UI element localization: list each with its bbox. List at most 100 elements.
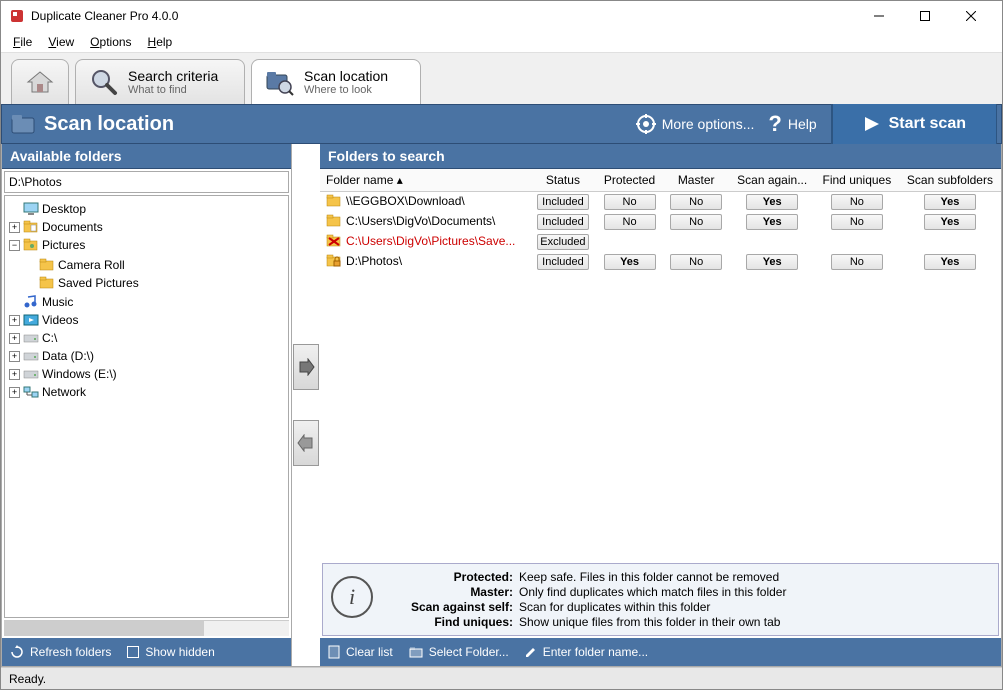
network-icon <box>23 384 39 400</box>
enter-folder-name-button[interactable]: Enter folder name... <box>525 645 648 659</box>
tree-music[interactable]: Music <box>42 295 73 309</box>
info-scan-self-value: Scan for duplicates within this folder <box>519 600 786 614</box>
expand-button[interactable]: + <box>9 333 20 344</box>
left-footer: Refresh folders Show hidden <box>2 638 291 666</box>
expand-button[interactable]: + <box>9 387 20 398</box>
table-row[interactable]: C:\Users\DigVo\Pictures\Save...Excluded <box>320 232 1001 252</box>
col-master[interactable]: Master <box>663 169 730 192</box>
tree-documents[interactable]: Documents <box>42 220 103 234</box>
add-folder-button[interactable] <box>293 344 319 390</box>
table-row[interactable]: \\EGGBOX\Download\IncludedNoNoYesNoYes <box>320 192 1001 213</box>
tree-desktop[interactable]: Desktop <box>42 202 86 216</box>
expand-button[interactable]: + <box>9 369 20 380</box>
select-folder-button[interactable]: Select Folder... <box>409 645 509 659</box>
document-icon <box>328 645 340 659</box>
show-hidden-toggle[interactable]: Show hidden <box>127 645 214 659</box>
menu-options[interactable]: Options <box>90 35 131 49</box>
help-label: Help <box>788 116 817 132</box>
expand-button[interactable]: + <box>9 351 20 362</box>
cell-toggle[interactable]: No <box>670 254 722 270</box>
cell-toggle[interactable]: No <box>670 214 722 230</box>
refresh-folders-button[interactable]: Refresh folders <box>10 645 111 659</box>
tree-d[interactable]: Data (D:\) <box>42 349 94 363</box>
table-row[interactable]: C:\Users\DigVo\Documents\ Included No No Yes… <box>320 212 1001 232</box>
help-button[interactable]: ? Help <box>768 111 816 137</box>
cell-toggle[interactable]: Yes <box>924 194 976 210</box>
horizontal-scrollbar[interactable] <box>4 620 289 636</box>
tab-scan-location[interactable]: Scan location Where to look <box>251 59 421 104</box>
help-icon: ? <box>768 111 781 137</box>
folder-header-icon <box>10 112 38 136</box>
col-status[interactable]: Status <box>530 169 597 192</box>
drive-icon <box>23 366 39 382</box>
status-text: Ready. <box>9 672 46 686</box>
cell-toggle[interactable]: No <box>670 194 722 210</box>
col-find-uniques[interactable]: Find uniques <box>815 169 899 192</box>
cell-toggle[interactable]: Yes <box>604 254 656 270</box>
music-icon <box>23 294 39 310</box>
close-button[interactable] <box>948 1 994 31</box>
path-input[interactable]: D:\Photos <box>4 171 289 193</box>
right-footer: Clear list Select Folder... Enter folder… <box>320 638 1001 666</box>
titlebar: Duplicate Cleaner Pro 4.0.0 <box>1 1 1002 31</box>
cell-toggle[interactable]: No <box>831 214 883 230</box>
cell-toggle[interactable]: Yes <box>746 214 798 230</box>
col-folder-name[interactable]: Folder name ▴ <box>320 169 530 192</box>
tree-network[interactable]: Network <box>42 385 86 399</box>
videos-icon <box>23 312 39 328</box>
monitor-icon <box>23 201 39 217</box>
drive-icon <box>23 330 39 346</box>
col-scan-self[interactable]: Scan again... <box>729 169 814 192</box>
tree-e[interactable]: Windows (E:\) <box>42 367 117 381</box>
folders-table: Folder name ▴ Status Protected Master Sc… <box>320 169 1001 272</box>
cell-toggle[interactable]: No <box>604 194 656 210</box>
cell-toggle[interactable]: No <box>831 254 883 270</box>
tree-c[interactable]: C:\ <box>42 331 57 345</box>
tree-pictures[interactable]: Pictures <box>42 238 85 252</box>
cell-toggle[interactable]: Yes <box>746 194 798 210</box>
folder-icon <box>409 646 423 658</box>
expand-button[interactable]: + <box>9 315 20 326</box>
tabstrip: Search criteria What to find Scan locati… <box>1 53 1002 104</box>
menu-view[interactable]: View <box>48 35 74 49</box>
tab-search-criteria[interactable]: Search criteria What to find <box>75 59 245 104</box>
tree-saved-pictures[interactable]: Saved Pictures <box>58 276 139 290</box>
info-box: i Protected:Keep safe. Files in this fol… <box>322 563 999 636</box>
info-uniques-label: Find uniques: <box>383 615 513 629</box>
menu-file[interactable]: File <box>13 35 32 49</box>
cell-toggle[interactable]: No <box>604 214 656 230</box>
clear-list-button[interactable]: Clear list <box>328 645 393 659</box>
info-icon: i <box>331 576 373 618</box>
minimize-button[interactable] <box>856 1 902 31</box>
expand-button[interactable]: + <box>9 222 20 233</box>
window-title: Duplicate Cleaner Pro 4.0.0 <box>31 9 178 23</box>
maximize-button[interactable] <box>902 1 948 31</box>
col-subfolders[interactable]: Scan subfolders <box>899 169 1001 192</box>
cell-toggle[interactable]: Excluded <box>537 234 589 250</box>
tree-videos[interactable]: Videos <box>42 313 78 327</box>
cell-toggle[interactable]: Yes <box>924 214 976 230</box>
table-row[interactable]: D:\Photos\IncludedYesNoYesNoYes <box>320 252 1001 272</box>
col-protected[interactable]: Protected <box>596 169 663 192</box>
refresh-icon <box>10 645 24 659</box>
folders-to-search-header: Folders to search <box>320 144 1001 169</box>
cell-toggle[interactable]: Yes <box>924 254 976 270</box>
collapse-button[interactable]: − <box>9 240 20 251</box>
info-scan-self-label: Scan against self: <box>383 600 513 614</box>
documents-icon <box>23 219 39 235</box>
tab-home[interactable] <box>11 59 69 104</box>
folder-tree[interactable]: Desktop + Documents − Pictures Camera Roll… <box>4 195 289 618</box>
cell-toggle[interactable]: Yes <box>746 254 798 270</box>
start-scan-button[interactable]: Start scan <box>831 104 997 144</box>
remove-folder-button[interactable] <box>293 420 319 466</box>
more-options-button[interactable]: More options... <box>636 114 755 134</box>
cell-toggle[interactable]: Included <box>537 194 589 210</box>
show-hidden-label: Show hidden <box>145 645 214 659</box>
cell-toggle[interactable]: Included <box>537 214 589 230</box>
sort-asc-icon: ▴ <box>397 173 403 187</box>
cell-toggle[interactable]: Included <box>537 254 589 270</box>
tree-camera-roll[interactable]: Camera Roll <box>58 258 125 272</box>
menu-help[interactable]: Help <box>148 35 173 49</box>
folder-name-text: C:\Users\DigVo\Documents\ <box>346 214 495 228</box>
cell-toggle[interactable]: No <box>831 194 883 210</box>
